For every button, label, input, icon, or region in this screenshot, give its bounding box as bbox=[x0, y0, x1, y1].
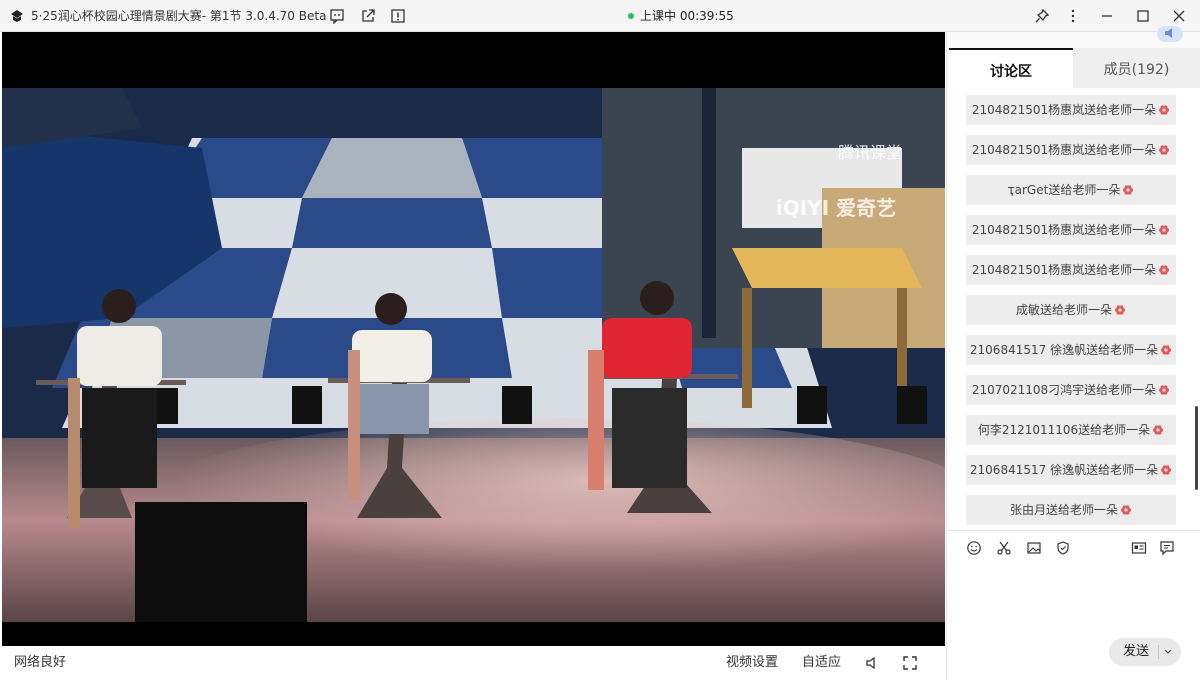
flower-icon bbox=[1159, 385, 1170, 395]
card-icon[interactable] bbox=[1131, 540, 1147, 556]
send-divider bbox=[1158, 645, 1159, 659]
chat-message-text: 2104821501杨惠岚送给老师一朵 bbox=[971, 143, 1157, 157]
announcement-icon[interactable] bbox=[1157, 26, 1183, 46]
send-button-label: 发送 bbox=[1123, 644, 1150, 659]
fullscreen-icon[interactable] bbox=[902, 655, 918, 671]
live-dot bbox=[628, 13, 634, 19]
image-icon[interactable] bbox=[1026, 540, 1042, 556]
emoji-icon[interactable] bbox=[966, 540, 982, 556]
player-bottom-bar: 网络良好 视频设置 自适应 bbox=[0, 646, 946, 680]
flower-icon bbox=[1159, 225, 1170, 235]
app-logo-icon bbox=[11, 10, 23, 22]
chat-message-text: ҭarGet送给老师一朵 bbox=[1007, 183, 1121, 197]
chat-message: 2106841517 徐逸帆送给老师一朵 bbox=[966, 335, 1176, 365]
chat-message-text: 2104821501杨惠岚送给老师一朵 bbox=[971, 263, 1157, 277]
chat-message-list[interactable]: 2104821501杨惠岚送给老师一朵 2104821501杨惠岚送给老师一朵 ҭa… bbox=[947, 88, 1200, 530]
chat-message: 2104821501杨惠岚送给老师一朵 bbox=[966, 215, 1176, 245]
chat-scrollbar[interactable] bbox=[1195, 406, 1198, 490]
live-status: 上课中 00:39:55 bbox=[628, 0, 734, 32]
maximize-icon[interactable] bbox=[1134, 7, 1152, 25]
flower-icon bbox=[1159, 105, 1170, 115]
chat-message-text: 成敏送给老师一朵 bbox=[1015, 303, 1112, 317]
watermark-iqiyi: iQIYI 爱奇艺 bbox=[776, 196, 897, 220]
video-settings-button[interactable]: 视频设置 bbox=[726, 646, 778, 680]
side-panel: 讨论区 成员(192) 2104821501杨惠岚送给老师一朵 210482150… bbox=[946, 26, 1200, 680]
scissors-icon[interactable] bbox=[996, 540, 1012, 556]
chat-bubble-icon[interactable] bbox=[1159, 540, 1175, 556]
close-icon[interactable] bbox=[1170, 7, 1188, 25]
video-frame bbox=[2, 88, 945, 622]
title-bar: 5·25润心杯校园心理情景剧大赛- 第1节 3.0.4.70 Beta 上课中 … bbox=[0, 0, 1200, 32]
chat-message: 2107021108刁鸿宇送给老师一朵 bbox=[966, 375, 1176, 405]
chat-input-area[interactable]: 发送 bbox=[947, 566, 1200, 680]
popout-icon[interactable] bbox=[360, 8, 376, 24]
send-button[interactable]: 发送 bbox=[1109, 638, 1181, 666]
chat-message: 成敏送给老师一朵 bbox=[966, 295, 1176, 325]
chat-message: 2104821501杨惠岚送给老师一朵 bbox=[966, 255, 1176, 285]
volume-icon[interactable] bbox=[864, 655, 880, 671]
chat-toolbar bbox=[947, 530, 1200, 566]
chevron-down-icon[interactable] bbox=[1163, 648, 1173, 656]
tab-members[interactable]: 成员(192) bbox=[1073, 48, 1200, 88]
chat-message: ҭarGet送给老师一朵 bbox=[966, 175, 1176, 205]
minimize-icon[interactable] bbox=[1098, 7, 1116, 25]
video-player[interactable]: 腾讯课堂 iQIYI 爱奇艺 bbox=[2, 32, 945, 646]
chat-message-text: 何李2121011106送给老师一朵 bbox=[977, 423, 1151, 437]
pin-icon[interactable] bbox=[1033, 7, 1051, 25]
chat-message-text: 张由月送给老师一朵 bbox=[1009, 503, 1118, 517]
fit-mode-button[interactable]: 自适应 bbox=[802, 646, 841, 680]
flower-icon bbox=[1121, 505, 1131, 515]
shield-icon[interactable] bbox=[1055, 540, 1071, 556]
chat-message-text: 2104821501杨惠岚送给老师一朵 bbox=[971, 103, 1157, 117]
chat-message: 2106841517 徐逸帆送给老师一朵 bbox=[966, 455, 1176, 485]
flower-icon bbox=[1123, 185, 1134, 195]
tab-discussion[interactable]: 讨论区 bbox=[949, 48, 1073, 88]
more-icon[interactable] bbox=[1064, 7, 1082, 25]
flower-icon bbox=[1159, 145, 1170, 155]
live-status-text: 上课中 00:39:55 bbox=[640, 9, 734, 23]
window-title: 5·25润心杯校园心理情景剧大赛- 第1节 3.0.4.70 Beta bbox=[31, 9, 327, 23]
chat-message-text: 2106841517 徐逸帆送给老师一朵 bbox=[969, 463, 1159, 477]
feedback-icon[interactable] bbox=[329, 8, 345, 24]
chat-message-text: 2107021108刁鸿宇送给老师一朵 bbox=[971, 383, 1157, 397]
chat-message: 何李2121011106送给老师一朵 bbox=[966, 415, 1176, 445]
chat-message-text: 2104821501杨惠岚送给老师一朵 bbox=[971, 223, 1157, 237]
flower-icon bbox=[1115, 305, 1125, 315]
flower-icon bbox=[1161, 465, 1172, 475]
info-icon[interactable] bbox=[390, 8, 406, 24]
watermark-tencent: 腾讯课堂 bbox=[838, 143, 903, 162]
chat-message-text: 2106841517 徐逸帆送给老师一朵 bbox=[969, 343, 1159, 357]
flower-icon bbox=[1159, 265, 1170, 275]
chat-message: 张由月送给老师一朵 bbox=[966, 495, 1176, 525]
network-status: 网络良好 bbox=[14, 655, 67, 670]
stage-scene-image bbox=[2, 88, 945, 622]
flower-icon bbox=[1153, 425, 1164, 435]
chat-message: 2104821501杨惠岚送给老师一朵 bbox=[966, 135, 1176, 165]
chat-message: 2104821501杨惠岚送给老师一朵 bbox=[966, 95, 1176, 125]
panel-tabs: 讨论区 成员(192) bbox=[947, 48, 1200, 88]
flower-icon bbox=[1161, 345, 1172, 355]
